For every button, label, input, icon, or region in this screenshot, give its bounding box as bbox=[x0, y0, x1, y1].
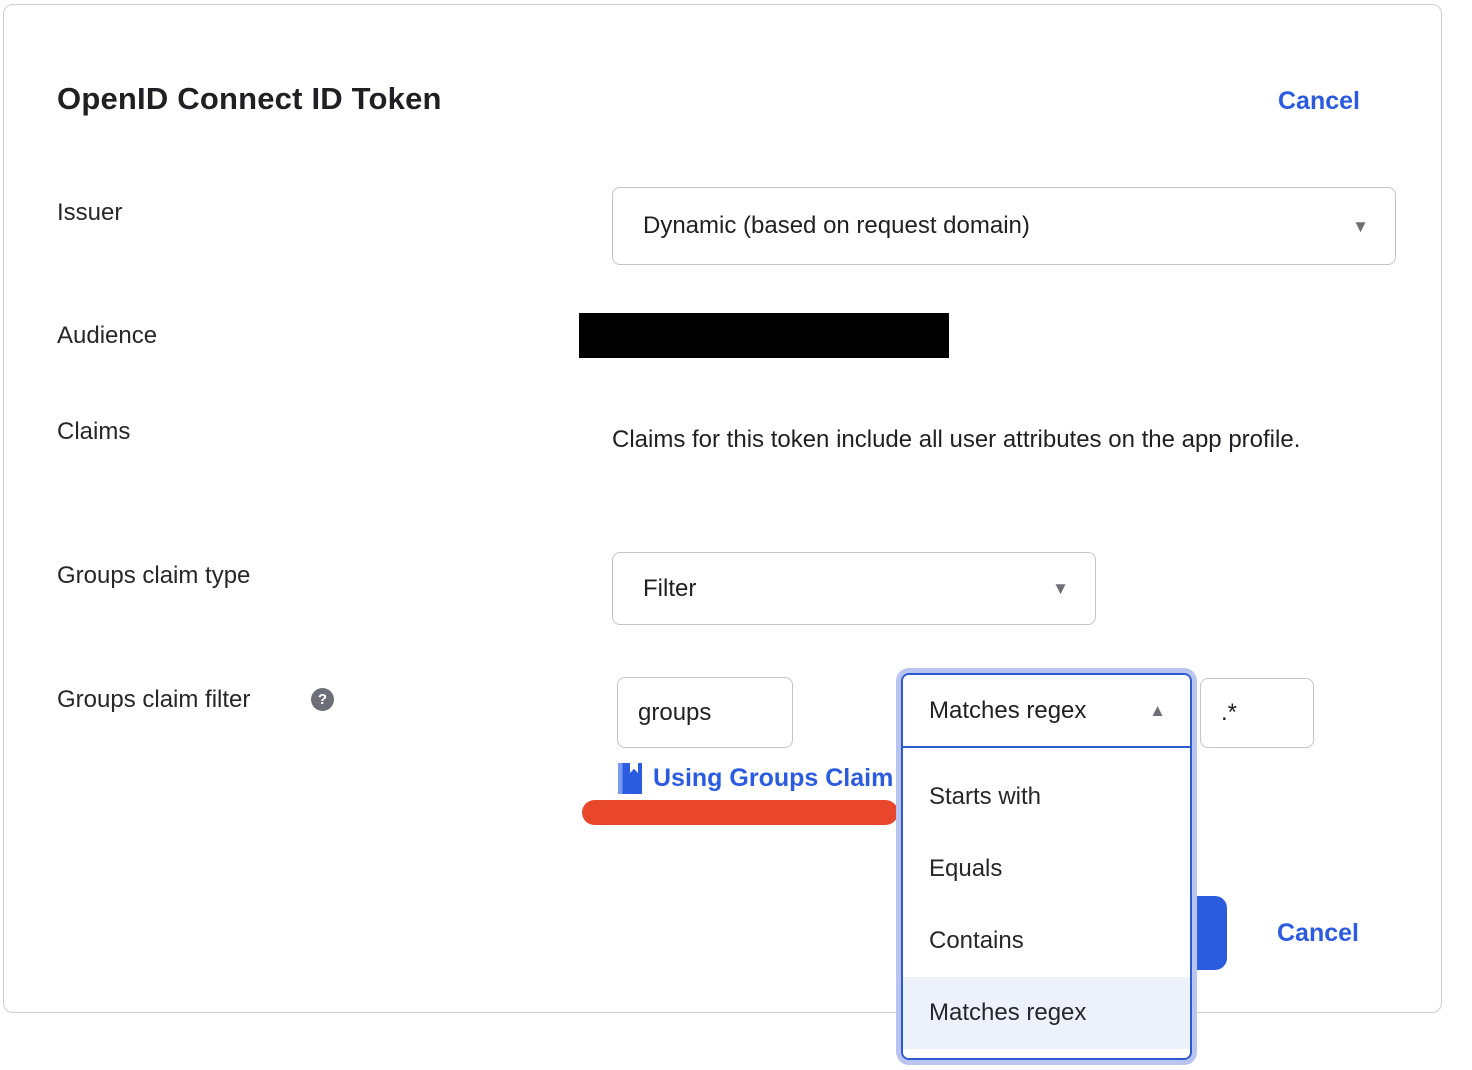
book-icon bbox=[617, 763, 642, 794]
docs-link[interactable]: Using Groups Claim bbox=[617, 760, 898, 796]
issuer-select-value: Dynamic (based on request domain) bbox=[643, 212, 1030, 240]
docs-link-label: Using Groups Claim bbox=[653, 764, 893, 793]
chevron-down-icon: ▼ bbox=[1052, 580, 1069, 597]
issuer-select[interactable]: Dynamic (based on request domain) ▼ bbox=[612, 187, 1396, 265]
menu-option-equals[interactable]: Equals bbox=[903, 833, 1190, 905]
menu-option-contains[interactable]: Contains bbox=[903, 905, 1190, 977]
claims-description: Claims for this token include all user a… bbox=[612, 416, 1360, 464]
annotation-highlight bbox=[582, 800, 898, 825]
operator-menu: Starts with Equals Contains Matches rege… bbox=[903, 748, 1190, 1058]
claim-name-input[interactable] bbox=[617, 677, 793, 748]
chevron-up-icon: ▲ bbox=[1149, 702, 1166, 719]
groups-claim-type-select[interactable]: Filter ▼ bbox=[612, 552, 1096, 625]
claims-label: Claims bbox=[57, 418, 130, 446]
page-title: OpenID Connect ID Token bbox=[57, 81, 442, 117]
groups-claim-type-value: Filter bbox=[643, 575, 696, 603]
regex-pattern-input[interactable] bbox=[1200, 678, 1314, 748]
groups-claim-filter-label: Groups claim filter bbox=[57, 686, 250, 714]
issuer-label: Issuer bbox=[57, 199, 122, 227]
help-icon[interactable]: ? bbox=[311, 688, 334, 711]
dialog-card: OpenID Connect ID Token Cancel Issuer Dy… bbox=[3, 4, 1442, 1013]
cancel-link-bottom[interactable]: Cancel bbox=[1277, 919, 1359, 948]
menu-option-starts-with[interactable]: Starts with bbox=[903, 761, 1190, 833]
groups-claim-type-label: Groups claim type bbox=[57, 562, 250, 590]
chevron-down-icon: ▼ bbox=[1352, 218, 1369, 235]
audience-label: Audience bbox=[57, 322, 157, 350]
audience-redacted-value bbox=[579, 313, 949, 358]
operator-selected-value: Matches regex bbox=[929, 697, 1086, 725]
operator-dropdown: Matches regex ▲ Starts with Equals Conta… bbox=[901, 673, 1192, 1060]
menu-option-matches-regex[interactable]: Matches regex bbox=[903, 977, 1190, 1049]
operator-dropdown-trigger[interactable]: Matches regex ▲ bbox=[903, 675, 1190, 748]
cancel-link-top[interactable]: Cancel bbox=[1278, 87, 1360, 116]
